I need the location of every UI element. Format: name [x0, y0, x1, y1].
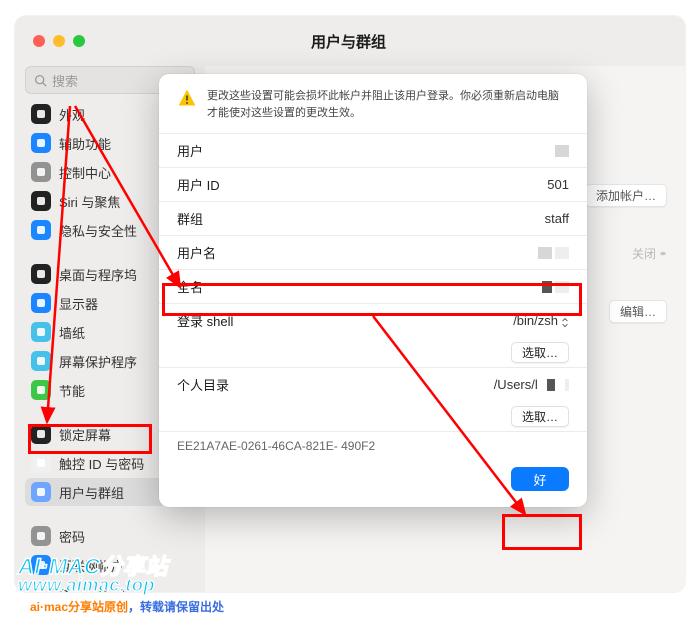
advanced-options-sheet: 更改这些设置可能会损坏此帐户并阻止该用户登录。你必须重新启动电脑才能使对这些设置… [159, 74, 587, 507]
sidebar-item-label: 隐私与安全性 [59, 221, 137, 240]
sidebar-item-icon [31, 482, 51, 502]
row-user: 用户 [159, 133, 587, 167]
settings-window: 用户与群组 搜索 外观辅助功能控制中心Siri 与聚焦隐私与安全性桌面与程序坞显… [15, 16, 685, 592]
sidebar-item[interactable]: 互联网帐户 [25, 551, 195, 579]
sidebar-item-icon [31, 322, 51, 342]
sidebar-item-icon [31, 293, 51, 313]
edit-button[interactable]: 编辑… [609, 300, 667, 323]
close-disabled: 关闭 [632, 245, 667, 262]
window-title: 用户与群组 [311, 31, 386, 52]
warning-icon [177, 88, 197, 108]
sidebar-item-icon [31, 104, 51, 124]
minimize-window-button[interactable] [53, 35, 65, 47]
sidebar-item-label: 控制中心 [59, 163, 111, 182]
sidebar-item-label: 屏幕保护程序 [59, 352, 137, 371]
titlebar: 用户与群组 [15, 16, 685, 66]
row-uid[interactable]: 用户 ID501 [159, 167, 587, 201]
sidebar-item-label: 墙纸 [59, 323, 85, 342]
sidebar-item-label: 桌面与程序坞 [59, 265, 137, 284]
watermark-caption: ai·mac分享站原创，转载请保留出处 [30, 598, 224, 615]
sidebar-item-label: 互联网帐户 [59, 556, 124, 575]
sidebar-item-label: 触控 ID 与密码 [59, 454, 144, 473]
traffic-lights [33, 35, 85, 47]
add-account-button[interactable]: 添加帐户… [585, 184, 667, 207]
sidebar-item-label: 外观 [59, 105, 85, 124]
sidebar-item-icon [31, 220, 51, 240]
row-shell-pick[interactable]: 选取… [159, 337, 587, 367]
sidebar-item-icon [31, 453, 51, 473]
sidebar-item-icon [31, 264, 51, 284]
sidebar-item[interactable]: Game Center [25, 580, 195, 592]
sidebar-item-icon [31, 380, 51, 400]
row-fullname[interactable]: 全名 [159, 269, 587, 303]
search-icon [34, 74, 47, 87]
sidebar-item-icon [31, 351, 51, 371]
zoom-window-button[interactable] [73, 35, 85, 47]
warning-text: 更改这些设置可能会损坏此帐户并阻止该用户登录。你必须重新启动电脑才能使对这些设置… [207, 88, 569, 121]
sidebar-item-icon [31, 191, 51, 211]
sidebar-item-label: 用户与群组 [59, 483, 124, 502]
close-window-button[interactable] [33, 35, 45, 47]
sidebar-item[interactable]: 密码 [25, 522, 195, 550]
row-shell[interactable]: 登录 shell/bin/zsh [159, 303, 587, 337]
sidebar-item-label: Game Center [59, 587, 137, 593]
sidebar-item-icon [31, 584, 51, 592]
row-home-pick[interactable]: 选取… [159, 401, 587, 431]
sidebar-item-label: Siri 与聚焦 [59, 192, 120, 211]
sidebar-item-icon [31, 133, 51, 153]
sidebar-item-icon [31, 555, 51, 575]
sidebar-item-label: 密码 [59, 527, 85, 546]
sidebar-item-icon [31, 162, 51, 182]
row-uuid: EE21A7AE-0261-46CA-821E- 490F2 [159, 431, 587, 463]
sidebar-item-label: 显示器 [59, 294, 98, 313]
sidebar-item-label: 锁定屏幕 [59, 425, 111, 444]
sidebar-item-label: 辅助功能 [59, 134, 111, 153]
sidebar-item-label: 节能 [59, 381, 85, 400]
ok-button[interactable]: 好 [511, 467, 569, 491]
row-home[interactable]: 个人目录/Users/l [159, 367, 587, 401]
sidebar-item-icon [31, 526, 51, 546]
row-group[interactable]: 群组staff [159, 201, 587, 235]
sidebar-item-icon [31, 424, 51, 444]
row-account[interactable]: 用户名 [159, 235, 587, 269]
